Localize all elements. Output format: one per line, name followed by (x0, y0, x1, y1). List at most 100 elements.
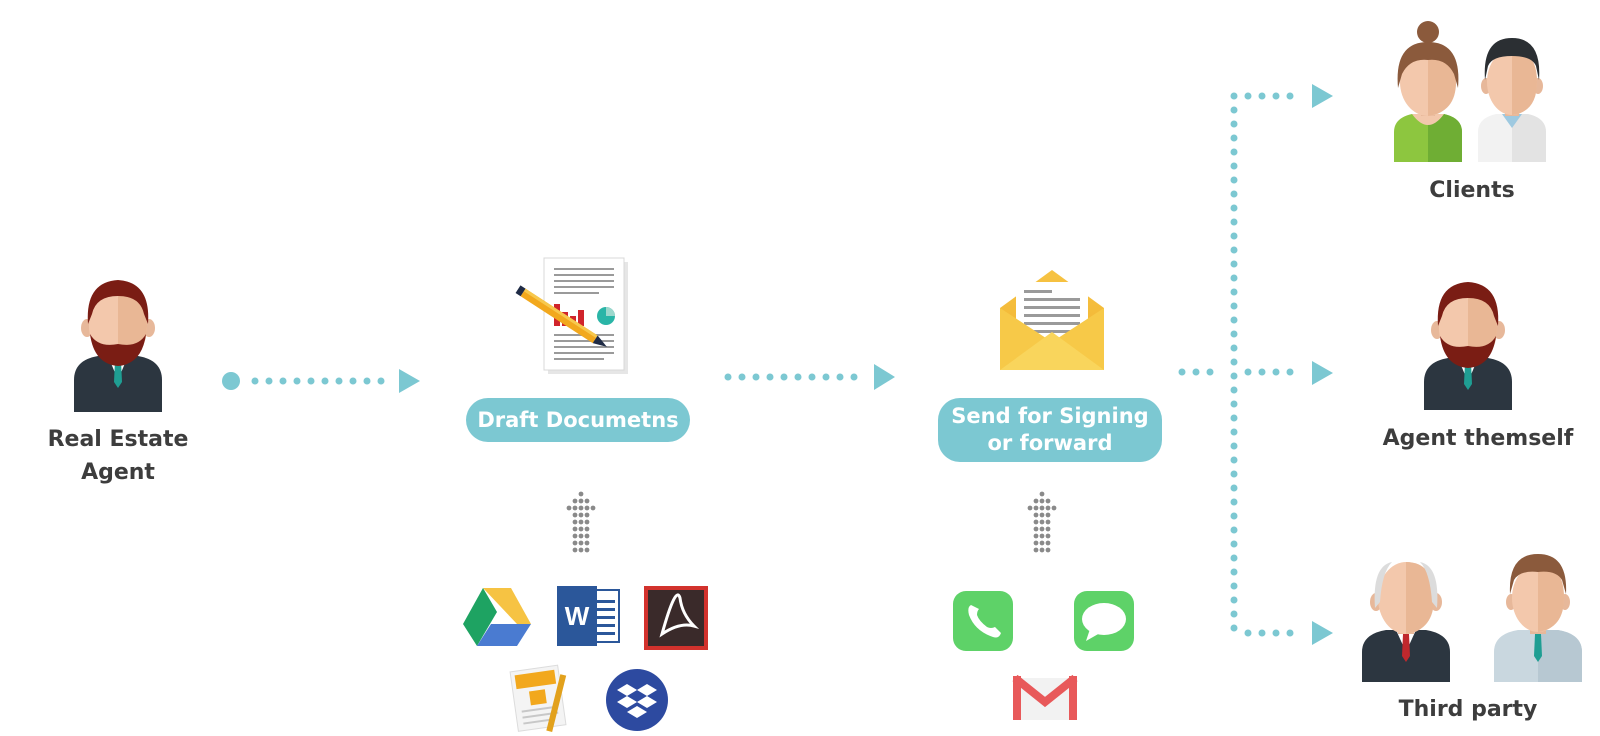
connector-dot (808, 373, 816, 381)
send-label-line1: Send for Signing (951, 404, 1149, 428)
grey-arrow-dot (1045, 505, 1051, 511)
grey-arrow-dot (1027, 505, 1033, 511)
connector-dot (1230, 162, 1238, 170)
connector-branch (1178, 92, 1294, 637)
arrowhead-draft-to-send (874, 364, 895, 390)
connector-dot (1244, 368, 1252, 376)
arrowhead-to-third-party (1312, 621, 1333, 645)
client-man-avatar (1478, 38, 1546, 162)
connector-dot (1230, 218, 1238, 226)
connector-dot (1258, 92, 1266, 100)
grey-arrow-dot (584, 498, 590, 504)
grey-arrow-dot (1045, 533, 1051, 539)
connector-dot (265, 377, 273, 385)
grey-arrow-dot (1033, 512, 1039, 518)
draft-documents-pill: Draft Documetns (466, 398, 690, 442)
connector-dot (335, 377, 343, 385)
connector-agent-to-draft (251, 377, 385, 385)
client-woman-avatar (1394, 21, 1462, 162)
connector-dot (1272, 368, 1280, 376)
grey-arrow-dot (1045, 526, 1051, 532)
connector-dot (1286, 629, 1294, 637)
connector-dot (1230, 232, 1238, 240)
connector-dot (1230, 204, 1238, 212)
connector-dot (1230, 610, 1238, 618)
connector-dot (1230, 414, 1238, 422)
connector-dot (1230, 400, 1238, 408)
grey-arrow-dot (1039, 540, 1045, 546)
connector-dot (1230, 120, 1238, 128)
messages-icon (1074, 591, 1134, 651)
grey-arrow-dot (584, 547, 590, 553)
third-party-man-avatar (1494, 554, 1582, 682)
grey-arrow-dot (584, 526, 590, 532)
grey-arrow-dot (1051, 505, 1057, 511)
connector-dot (1230, 386, 1238, 394)
grey-up-arrow-draft (566, 491, 596, 553)
arrowhead-to-agent-themself (1312, 361, 1333, 385)
third-party-label: Third party (1398, 697, 1538, 722)
connector-dot (1230, 512, 1238, 520)
clients-avatars (1394, 21, 1546, 162)
grey-arrow-dot (1045, 540, 1051, 546)
dropbox-icon (606, 669, 668, 731)
envelope-icon (1000, 270, 1104, 370)
acrobat-icon (644, 586, 708, 650)
connector-dot (1230, 372, 1238, 380)
connector-dot (1230, 134, 1238, 142)
connector-dot (1230, 274, 1238, 282)
grey-arrow-dot (572, 526, 578, 532)
connector-dot (1230, 470, 1238, 478)
connector-dot (1230, 92, 1238, 100)
connector-dot (1230, 498, 1238, 506)
grey-arrow-dot (1033, 526, 1039, 532)
grey-arrow-dot (590, 505, 596, 511)
connector-dot (1230, 456, 1238, 464)
connector-dot (1244, 92, 1252, 100)
third-party-older-man-avatar (1362, 562, 1450, 682)
connector-dot (1192, 368, 1200, 376)
document-with-pen-icon (515, 257, 628, 374)
connector-dot (1230, 246, 1238, 254)
connector-dot (1230, 302, 1238, 310)
grey-arrow-dot (1033, 519, 1039, 525)
connector-dot (349, 377, 357, 385)
connector-dot (307, 377, 315, 385)
grey-arrow-dot (1039, 512, 1045, 518)
grey-arrow-dot (1033, 547, 1039, 553)
connector-dot (1230, 288, 1238, 296)
connector-dot (279, 377, 287, 385)
grey-arrow-dot (578, 533, 584, 539)
grey-arrow-dot (1045, 498, 1051, 504)
svg-text:W: W (565, 601, 590, 631)
grey-arrow-dot (1033, 498, 1039, 504)
google-drive-icon (463, 588, 531, 646)
grey-arrow-dot (1039, 505, 1045, 511)
grey-arrow-dot (572, 540, 578, 546)
connector-dot (1178, 368, 1186, 376)
connector-dot (1230, 344, 1238, 352)
connector-dot (1272, 629, 1280, 637)
connector-dot (1230, 568, 1238, 576)
grey-arrow-dot (1045, 519, 1051, 525)
agent-label-line1: Real Estate (47, 427, 189, 452)
connector-dot (1230, 428, 1238, 436)
grey-arrow-dot (1033, 505, 1039, 511)
connector-dot (1230, 330, 1238, 338)
connector-dot (251, 377, 259, 385)
connector-dot (1230, 316, 1238, 324)
connector-dot (1230, 596, 1238, 604)
flow-connectors (222, 84, 1333, 645)
grey-arrow-dot (572, 533, 578, 539)
connector-dot (780, 373, 788, 381)
connector-dot (1230, 106, 1238, 114)
arrowhead-agent-to-draft (399, 369, 420, 393)
connector-start-dot (222, 372, 240, 390)
connector-dot (1286, 92, 1294, 100)
connector-dot (850, 373, 858, 381)
connector-dot (377, 377, 385, 385)
grey-arrow-dot (578, 505, 584, 511)
grey-arrow-dot (578, 519, 584, 525)
connector-dot (1258, 368, 1266, 376)
connector-dot (1244, 629, 1252, 637)
